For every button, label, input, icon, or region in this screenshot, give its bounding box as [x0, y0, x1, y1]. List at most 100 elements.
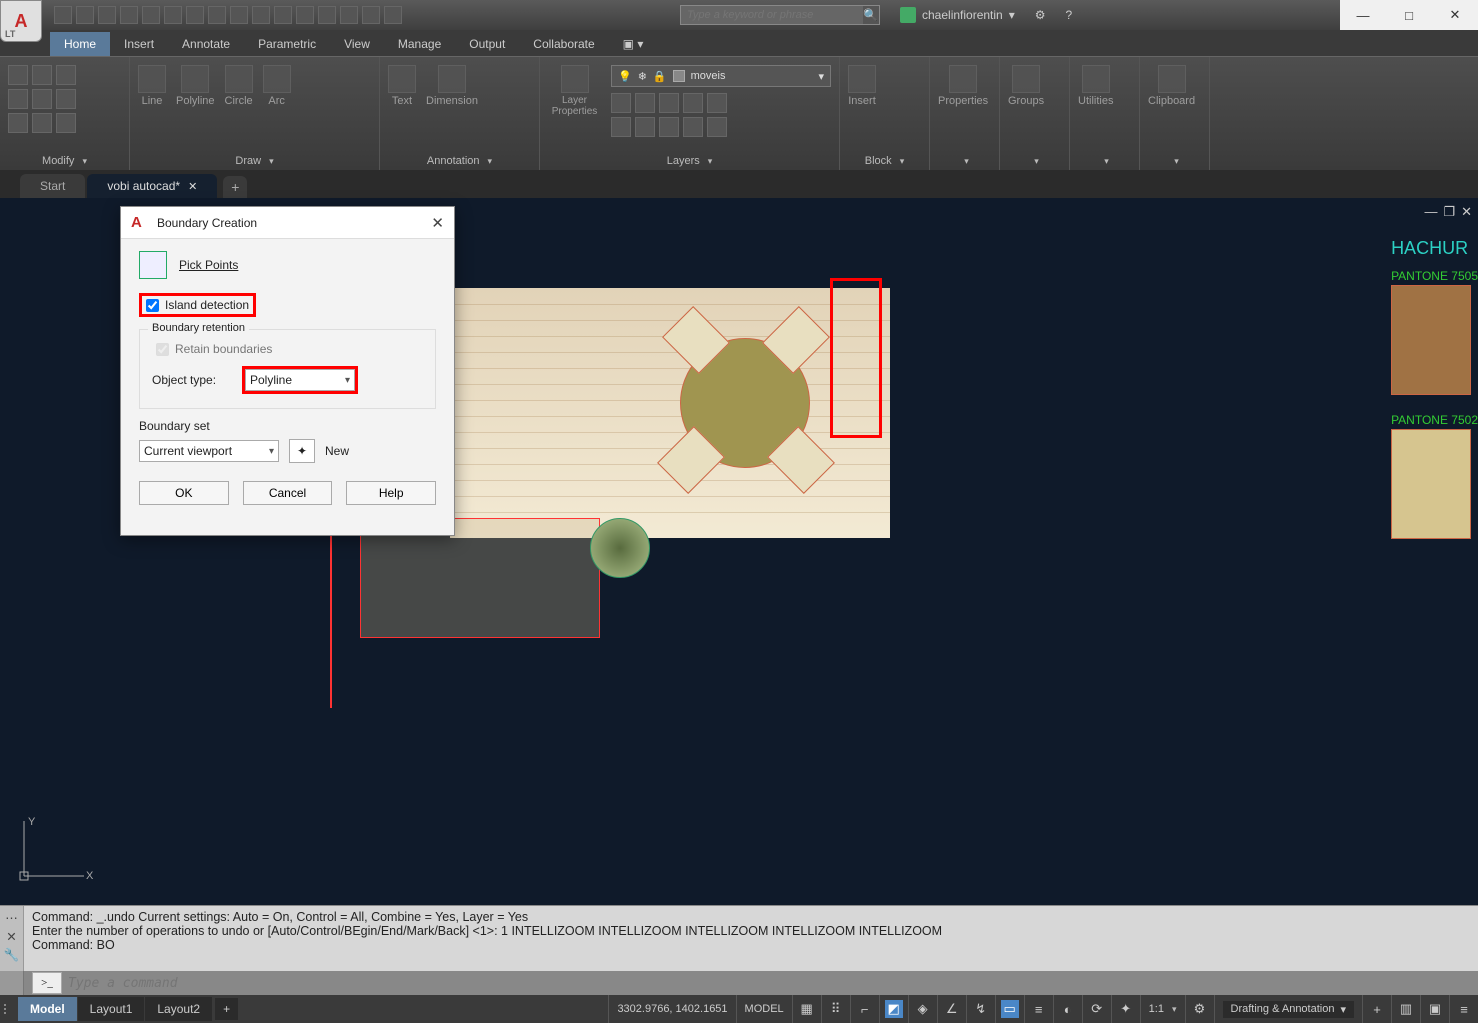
customize-icon[interactable]: ≡ [1455, 1000, 1473, 1018]
qat-save-icon[interactable] [98, 6, 116, 24]
panel-title-annotation[interactable]: Annotation [388, 152, 531, 170]
layout-grip[interactable] [0, 1004, 18, 1014]
layer-properties[interactable]: Layer Properties [548, 65, 601, 117]
search-input[interactable] [681, 9, 863, 21]
tab-close-icon[interactable]: ✕ [188, 180, 197, 193]
utilities-btn[interactable]: Utilities [1078, 65, 1113, 107]
osnap-icon[interactable]: ∠ [943, 1000, 961, 1018]
snap-icon[interactable]: ⠿ [827, 1000, 845, 1018]
layer-combo[interactable]: 💡 ❄ 🔒 moveis ▾ [611, 65, 831, 87]
qat-plot-icon[interactable] [142, 6, 160, 24]
layout1-tab[interactable]: Layout1 [78, 997, 145, 1021]
modify-tool-icon[interactable] [56, 113, 76, 133]
draw-circle[interactable]: Circle [225, 65, 253, 107]
layer-tool-icon[interactable] [707, 117, 727, 137]
modify-tool-icon[interactable] [8, 89, 28, 109]
layout2-tab[interactable]: Layout2 [145, 997, 212, 1021]
dyn-icon[interactable]: ▭ [1001, 1000, 1019, 1018]
panel-title-utilities[interactable] [1078, 153, 1131, 170]
help-button[interactable]: Help [346, 481, 436, 505]
layer-tool-icon[interactable] [611, 93, 631, 113]
signin-icon[interactable] [900, 7, 916, 23]
add-layout-button[interactable]: + [215, 998, 238, 1020]
vp-close-icon[interactable]: ✕ [1461, 204, 1472, 220]
modify-tool-icon[interactable] [56, 65, 76, 85]
tab-extra-icon[interactable]: ▣ ▾ [609, 32, 658, 56]
qat-undo-icon[interactable] [164, 6, 182, 24]
tab-output[interactable]: Output [455, 32, 519, 56]
qat-icon[interactable] [362, 6, 380, 24]
quickprops-icon[interactable]: + [1368, 1000, 1386, 1018]
draw-line[interactable]: Line [138, 65, 166, 107]
cmd-prompt-icon[interactable]: >_ [32, 972, 62, 994]
layer-tool-icon[interactable] [707, 93, 727, 113]
cancel-button[interactable]: Cancel [243, 481, 333, 505]
modify-tool-icon[interactable] [32, 89, 52, 109]
qat-icon[interactable] [230, 6, 248, 24]
qat-icon[interactable] [340, 6, 358, 24]
qat-saveas-icon[interactable] [120, 6, 138, 24]
modify-tool-icon[interactable] [8, 113, 28, 133]
panel-title-draw[interactable]: Draw [138, 152, 371, 170]
panel-title-modify[interactable]: Modify [8, 152, 121, 170]
exchange-icon[interactable]: ⚙ [1035, 8, 1046, 22]
tab-annotate[interactable]: Annotate [168, 32, 244, 56]
dialog-titlebar[interactable]: A Boundary Creation ✕ [121, 207, 454, 239]
space-readout[interactable]: MODEL [736, 995, 792, 1023]
command-input[interactable] [68, 976, 1478, 991]
modify-tool-icon[interactable] [32, 65, 52, 85]
groups-btn[interactable]: Groups [1008, 65, 1044, 107]
tab-manage[interactable]: Manage [384, 32, 455, 56]
layer-tool-icon[interactable] [635, 117, 655, 137]
maximize-button[interactable]: □ [1386, 0, 1432, 30]
iso-icon[interactable]: ◈ [914, 1000, 932, 1018]
qat-redo-icon[interactable] [186, 6, 204, 24]
polar-icon[interactable]: ◩ [885, 1000, 903, 1018]
layer-tool-icon[interactable] [611, 117, 631, 137]
qat-icon[interactable] [296, 6, 314, 24]
layer-tool-icon[interactable] [659, 93, 679, 113]
island-detection-checkbox[interactable]: Island detection [139, 293, 256, 317]
gear-icon[interactable]: ⚙ [1191, 1000, 1209, 1018]
block-insert[interactable]: Insert [848, 65, 876, 107]
hwacc-icon[interactable]: ▣ [1426, 1000, 1444, 1018]
model-tab[interactable]: Model [18, 997, 77, 1021]
qat-icon[interactable] [274, 6, 292, 24]
qat-icon[interactable] [384, 6, 402, 24]
island-detection-input[interactable] [146, 299, 159, 312]
panel-title-layers[interactable]: Layers [548, 152, 831, 170]
properties-btn[interactable]: Properties [938, 65, 988, 107]
tab-collaborate[interactable]: Collaborate [519, 32, 608, 56]
panel-title-properties[interactable] [938, 153, 991, 170]
grid-icon[interactable]: ▦ [798, 1000, 816, 1018]
pick-points-label[interactable]: Pick Points [179, 258, 238, 272]
layer-tool-icon[interactable] [659, 117, 679, 137]
panel-title-groups[interactable] [1008, 153, 1061, 170]
object-type-combo[interactable]: Polyline ▾ [245, 369, 355, 391]
ok-button[interactable]: OK [139, 481, 229, 505]
new-boundary-set-button[interactable]: ✦ [289, 439, 315, 463]
layer-tool-icon[interactable] [683, 93, 703, 113]
user-area[interactable]: chaelinfiorentin ▾ ⚙ ? [900, 7, 1072, 23]
minimize-button[interactable]: — [1340, 0, 1386, 30]
transparency-icon[interactable]: ◐ [1059, 1000, 1077, 1018]
lwt-icon[interactable]: ≡ [1030, 1000, 1048, 1018]
annomonitor-icon[interactable]: ✦ [1117, 1000, 1135, 1018]
cmd-handle[interactable] [0, 971, 24, 995]
workspace-combo[interactable]: Drafting & Annotation▾ [1223, 1001, 1355, 1018]
tab-home[interactable]: Home [50, 32, 110, 56]
panel-title-block[interactable]: Block [848, 152, 921, 170]
coords-readout[interactable]: 3302.9766, 1402.1651 [608, 995, 735, 1023]
anno-text[interactable]: Text [388, 65, 416, 107]
scale-readout[interactable]: 1:1 [1149, 1003, 1164, 1015]
help-icon[interactable]: ? [1066, 8, 1073, 22]
command-gutter[interactable]: ⋯✕🔧 [0, 906, 24, 971]
tab-insert[interactable]: Insert [110, 32, 168, 56]
boundary-set-combo[interactable]: Current viewport ▾ [139, 440, 279, 462]
qat-icon[interactable] [252, 6, 270, 24]
vp-minimize-icon[interactable]: — [1424, 204, 1437, 220]
layer-tool-icon[interactable] [683, 117, 703, 137]
units-icon[interactable]: ▥ [1397, 1000, 1415, 1018]
qat-icon[interactable] [208, 6, 226, 24]
draw-arc[interactable]: Arc [263, 65, 291, 107]
